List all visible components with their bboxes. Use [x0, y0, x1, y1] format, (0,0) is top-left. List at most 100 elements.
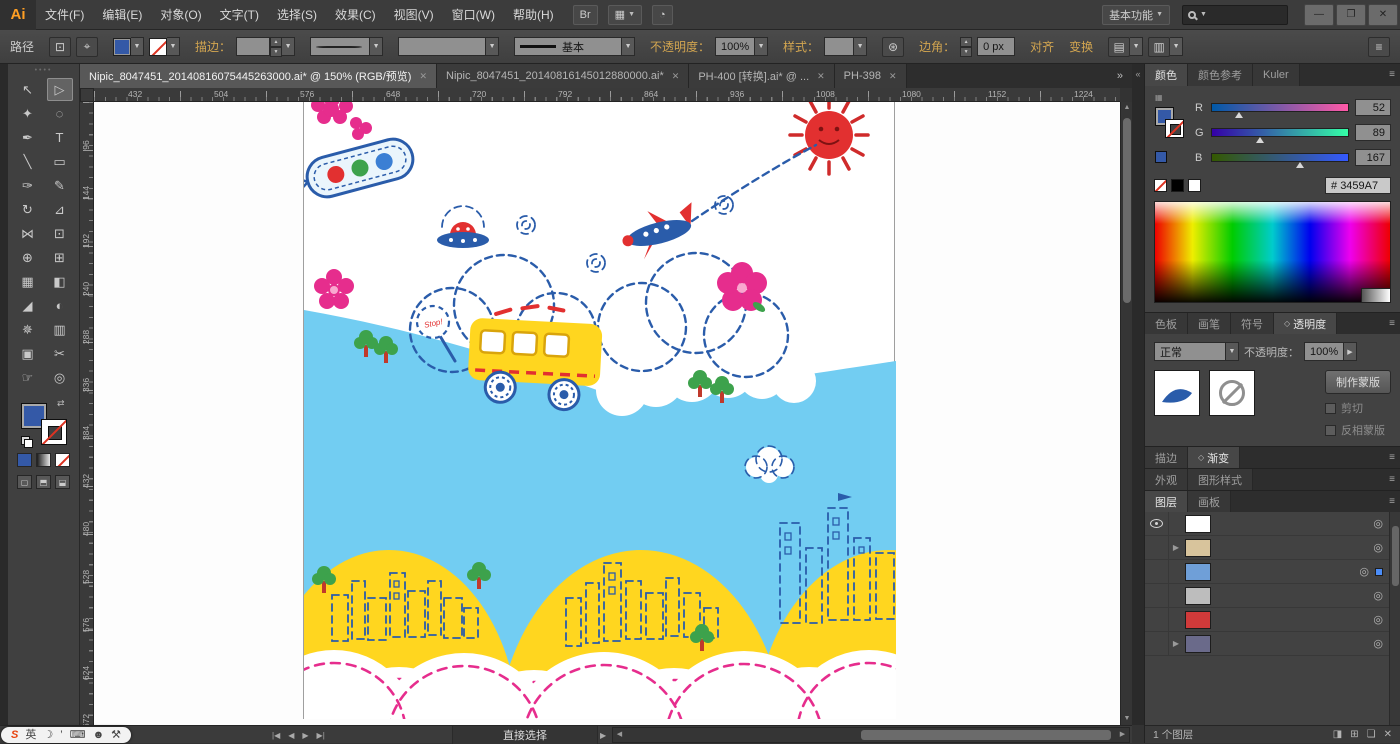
layers-scroll-thumb[interactable] — [1392, 526, 1399, 586]
layers-panel-tab[interactable]: 图层 — [1145, 491, 1188, 512]
workspace-switcher[interactable]: 基本功能 ▼ — [1102, 4, 1170, 25]
layers-panel-tab[interactable]: 画板 — [1188, 491, 1231, 512]
color-mode-button[interactable] — [17, 453, 32, 467]
minimize-button[interactable]: — — [1304, 3, 1334, 26]
tab-close-icon[interactable]: ✕ — [419, 71, 427, 82]
panel-tab[interactable]: 色板 — [1145, 313, 1188, 334]
menu-item[interactable]: 文字(T) — [211, 0, 268, 30]
panel-tab[interactable]: 图形样式 — [1188, 469, 1253, 490]
layers-scrollbar[interactable] — [1389, 512, 1400, 725]
menu-item[interactable]: 窗口(W) — [443, 0, 504, 30]
tab-close-icon[interactable]: ✕ — [672, 71, 680, 82]
artwork-flower-right[interactable] — [717, 262, 767, 314]
restore-button[interactable]: ❐ — [1336, 3, 1366, 26]
stroke-style-dropdown[interactable]: 基本 ▼ — [514, 37, 636, 56]
zoom-tool[interactable]: ◎ — [47, 366, 73, 389]
artboard[interactable]: Stop! — [303, 102, 896, 719]
toolbar-grip[interactable]: •••• — [8, 64, 79, 78]
tab-overflow-icon[interactable]: » — [1108, 64, 1132, 88]
corner-value[interactable]: 0 px — [977, 37, 1016, 56]
direct-selection-tool[interactable]: ▷ — [46, 78, 73, 101]
perspective-grid-tool[interactable]: ⊞ — [47, 246, 73, 269]
mesh-tool[interactable]: ▦ — [15, 270, 41, 293]
layer-row[interactable]: ◎ — [1145, 512, 1389, 536]
menu-item[interactable]: 编辑(E) — [93, 0, 151, 30]
visibility-toggle[interactable] — [1145, 512, 1169, 535]
new-sublayer-icon[interactable]: ⊞ — [1350, 729, 1358, 740]
channel-value-field[interactable]: 52 — [1355, 99, 1391, 116]
stroke-weight-value[interactable] — [236, 37, 271, 56]
panel-opacity-field[interactable]: 100% ▶ — [1304, 342, 1357, 361]
artboard-nav-icon[interactable]: |◀ — [272, 731, 280, 740]
object-thumbnail[interactable] — [1154, 370, 1200, 416]
free-transform-tool[interactable]: ⊡ — [47, 222, 73, 245]
panel-menu-icon[interactable]: ≡ — [1389, 474, 1395, 485]
artwork-sun[interactable] — [788, 102, 870, 176]
layer-target-icon[interactable]: ◎ — [1373, 613, 1383, 626]
artboard-tool[interactable]: ▣ — [15, 342, 41, 365]
artwork-traffic-light[interactable] — [304, 135, 417, 205]
bridge-button[interactable]: Br — [572, 4, 598, 25]
artwork-flower-left[interactable] — [314, 269, 354, 309]
channel-value-field[interactable]: 89 — [1355, 124, 1391, 141]
visibility-toggle[interactable] — [1145, 560, 1169, 583]
scale-tool[interactable]: ⊿ — [47, 198, 73, 221]
visibility-toggle[interactable] — [1145, 608, 1169, 631]
shape-builder-tool[interactable]: ⊕ — [15, 246, 41, 269]
new-layer-icon[interactable]: ❏ — [1367, 729, 1376, 740]
tab-close-icon[interactable]: ✕ — [817, 71, 825, 82]
panel-menu-icon[interactable]: ≡ — [1389, 452, 1395, 463]
tab-close-icon[interactable]: ✕ — [889, 71, 897, 82]
none-swatch[interactable] — [1154, 179, 1167, 192]
slice-tool[interactable]: ✂ — [47, 342, 73, 365]
panel-opacity-value[interactable]: 100% — [1304, 342, 1344, 361]
hand-tool[interactable]: ☞ — [15, 366, 41, 389]
clip-checkbox[interactable] — [1325, 402, 1336, 414]
layer-row[interactable]: ▶ ◎ — [1145, 632, 1389, 656]
default-fill-stroke-icon[interactable] — [20, 436, 33, 448]
expand-arrow-icon[interactable]: ▶ — [1169, 639, 1183, 648]
menu-item[interactable]: 选择(S) — [268, 0, 326, 30]
color-slider-track[interactable] — [1211, 153, 1349, 168]
corner-label[interactable]: 边角： — [919, 38, 955, 55]
rotate-tool[interactable]: ↻ — [15, 198, 41, 221]
selection-tool[interactable]: ↖ — [15, 78, 41, 101]
type-tool[interactable]: T — [47, 126, 73, 149]
opacity-field[interactable]: 100% ▼ — [715, 37, 769, 56]
slider-thumb[interactable] — [1235, 112, 1244, 118]
ruler-corner[interactable] — [80, 88, 94, 102]
stepper-icon[interactable]: ▲ ▼ — [270, 37, 283, 57]
white-swatch[interactable] — [1188, 179, 1201, 192]
color-slider-track[interactable] — [1211, 103, 1349, 118]
panel-tab[interactable]: 画笔 — [1188, 313, 1231, 334]
rectangle-tool[interactable]: ▭ — [47, 150, 73, 173]
draw-inside-button[interactable]: ⬓ — [55, 475, 70, 489]
draw-normal-button[interactable]: ▢ — [17, 475, 32, 489]
lang-mode-label[interactable]: 英 — [25, 727, 36, 743]
align-options-dropdown[interactable]: ▤ ▼ — [1108, 36, 1144, 57]
channel-value-field[interactable]: 167 — [1355, 149, 1391, 166]
face-icon[interactable]: ☻ — [93, 727, 105, 743]
panel-tab[interactable]: 符号 — [1231, 313, 1274, 334]
slider-thumb[interactable] — [1255, 137, 1264, 143]
make-clip-mask-icon[interactable]: ◨ — [1333, 729, 1342, 740]
fill-color-dropdown[interactable]: ▼ — [113, 37, 145, 56]
layer-target-icon[interactable]: ◎ — [1373, 589, 1383, 602]
document-tab[interactable]: PH-398 ✕ — [834, 64, 907, 88]
black-swatch[interactable] — [1171, 179, 1184, 192]
color-panel-tab[interactable]: 颜色 — [1145, 64, 1188, 86]
eyedropper-tool[interactable]: ◢ — [15, 294, 41, 317]
sogou-logo[interactable]: S — [11, 727, 18, 743]
line-segment-tool[interactable]: ╲ — [15, 150, 41, 173]
mask-thumbnail[interactable] — [1209, 370, 1255, 416]
none-mode-button[interactable] — [55, 453, 70, 467]
panel-dock-gutter[interactable]: « — [1132, 64, 1144, 725]
canvas-viewport[interactable]: Stop! — [94, 102, 1120, 725]
panel-menu-icon[interactable]: ≡ — [1389, 69, 1395, 80]
artboard-nav-icon[interactable]: ▶| — [317, 731, 325, 740]
visibility-toggle[interactable] — [1145, 584, 1169, 607]
layer-row[interactable]: ◎ — [1145, 584, 1389, 608]
delete-layer-icon[interactable]: ✕ — [1384, 729, 1392, 740]
panel-tab[interactable]: ◇ 透明度 — [1274, 313, 1338, 334]
vertical-ruler[interactable]: 96 144 192 240 288 336 384 432 480 528 576 624 672 — [80, 102, 94, 725]
